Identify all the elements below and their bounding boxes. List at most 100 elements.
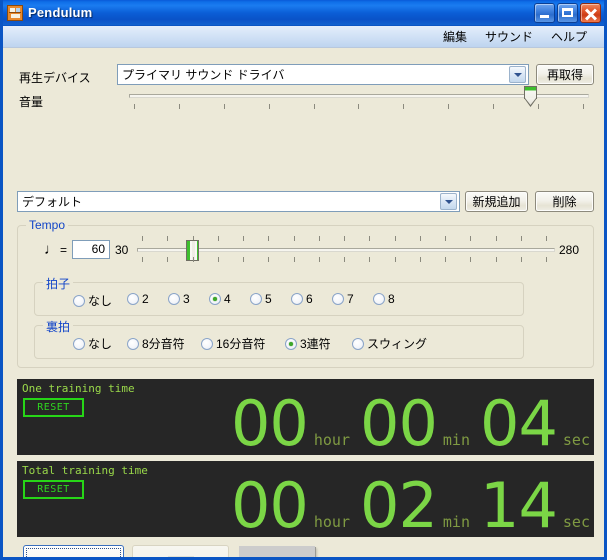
one-training-time-reset-button[interactable]: RESET	[23, 398, 84, 417]
total-seconds-unit: sec	[562, 513, 590, 531]
radio-dot-icon	[73, 337, 85, 350]
radio-dot-icon	[352, 337, 364, 350]
refresh-devices-button[interactable]: 再取得	[536, 64, 594, 85]
play-button[interactable]	[23, 545, 124, 557]
radio-label: スウィング	[367, 337, 428, 351]
tempo-bpm-input[interactable]: 60	[72, 240, 110, 259]
total-training-time-digits: 00 hour 02 min 14 sec	[137, 461, 590, 537]
titlebar-buttons	[534, 2, 601, 23]
menu-item-help[interactable]: ヘルプ	[542, 26, 596, 47]
app-icon	[7, 4, 23, 21]
tempo-max-label: 280	[559, 243, 580, 257]
chevron-down-icon[interactable]	[509, 66, 526, 83]
radio-beat-6[interactable]: 6	[291, 292, 313, 306]
preset-combobox[interactable]: デフォルト	[17, 191, 460, 212]
window-title: Pendulum	[28, 5, 93, 20]
total-hours-unit: hour	[313, 513, 350, 531]
radio-label: 3	[183, 292, 190, 306]
total-training-time-label: Total training time	[22, 464, 148, 477]
radio-dot-icon	[250, 293, 262, 305]
preset-combobox-value: デフォルト	[22, 195, 83, 209]
tempo-slider-ticks-top	[142, 236, 547, 241]
radio-beat-8[interactable]: 8	[373, 292, 395, 306]
radio-dot-icon	[127, 337, 139, 350]
radio-beat-3[interactable]: 3	[168, 292, 190, 306]
radio-label: 5	[265, 292, 272, 306]
radio-beat-4[interactable]: 4	[209, 292, 231, 306]
volume-slider-ticks	[134, 104, 584, 109]
volume-label: 音量	[19, 95, 44, 109]
radio-beat-7[interactable]: 7	[332, 292, 354, 306]
radio-beat-5[interactable]: 5	[250, 292, 272, 306]
total-training-time-reset-button[interactable]: RESET	[23, 480, 84, 499]
add-preset-button[interactable]: 新規追加	[465, 191, 528, 212]
radio-dot-icon	[209, 293, 221, 305]
radio-dot-icon	[373, 293, 385, 305]
radio-backbeat-sixteenth[interactable]: 16分音符	[201, 335, 265, 352]
backbeat-group-title: 裏拍	[43, 318, 74, 335]
total-seconds-value: 14	[480, 469, 558, 537]
delete-preset-button[interactable]: 削除	[535, 191, 594, 212]
menu-item-sound[interactable]: サウンド	[476, 26, 542, 47]
minimize-icon	[535, 4, 554, 22]
one-hours-value: 00	[230, 387, 309, 455]
radio-label: 6	[306, 292, 313, 306]
one-training-time-panel: One training time RESET 00 hour 00 min 0…	[17, 379, 594, 455]
radio-label: 4	[224, 292, 231, 306]
close-button[interactable]	[580, 2, 601, 23]
radio-label: 3連符	[300, 337, 331, 351]
one-minutes-unit: min	[442, 431, 470, 449]
one-seconds-unit: sec	[562, 431, 590, 449]
radio-beat-none[interactable]: なし	[73, 292, 112, 309]
radio-label: 16分音符	[216, 337, 266, 351]
one-seconds-value: 04	[480, 387, 558, 455]
volume-slider-track[interactable]	[129, 94, 589, 98]
radio-dot-icon	[168, 293, 180, 305]
total-minutes-unit: min	[442, 513, 470, 531]
stop-button[interactable]	[132, 545, 229, 557]
radio-backbeat-eighth[interactable]: 8分音符	[127, 335, 185, 352]
radio-label: 8	[388, 292, 395, 306]
total-minutes-value: 02	[360, 469, 438, 537]
menu-item-edit[interactable]: 編集	[434, 26, 476, 47]
radio-backbeat-none[interactable]: なし	[73, 335, 112, 352]
radio-dot-icon	[201, 337, 213, 350]
close-icon	[581, 4, 600, 22]
tempo-slider-track[interactable]	[137, 248, 555, 252]
tempo-slider-ticks-bottom	[142, 257, 547, 262]
device-combobox[interactable]: プライマリ サウンド ドライバ	[117, 64, 529, 85]
titlebar: Pendulum	[3, 0, 604, 26]
tempo-group-title: Tempo	[26, 218, 69, 232]
radio-label: 8分音符	[142, 337, 185, 351]
total-hours-value: 00	[230, 469, 309, 537]
radio-label: なし	[88, 337, 113, 351]
radio-beat-2[interactable]: 2	[127, 292, 149, 306]
maximize-button[interactable]	[557, 2, 578, 23]
tempo-equals: =	[60, 243, 68, 257]
radio-dot-icon	[73, 294, 85, 307]
radio-label: 2	[142, 292, 149, 306]
minimize-button[interactable]	[534, 2, 555, 23]
focus-outline	[26, 548, 121, 557]
maximize-icon	[558, 4, 577, 22]
client-area: 再生デバイス プライマリ サウンド ドライバ 再取得 音量 デフォルト 新規追加…	[3, 48, 604, 557]
quarter-note-icon: ♩	[44, 241, 59, 258]
one-training-time-digits: 00 hour 00 min 04 sec	[137, 379, 590, 455]
pause-button	[239, 546, 315, 557]
one-training-time-label: One training time	[22, 382, 135, 395]
beat-group: 拍子 なし 2 3 4 5 6 7 8	[34, 275, 524, 316]
backbeat-group: 裏拍 なし 8分音符 16分音符 3連符 スウィング	[34, 318, 524, 359]
radio-dot-icon	[285, 337, 297, 350]
chevron-down-icon[interactable]	[440, 193, 457, 210]
one-hours-unit: hour	[313, 431, 350, 449]
one-minutes-value: 00	[360, 387, 438, 455]
radio-backbeat-swing[interactable]: スウィング	[352, 335, 427, 352]
radio-label: なし	[88, 294, 113, 308]
radio-dot-icon	[127, 293, 139, 305]
radio-backbeat-triplet[interactable]: 3連符	[285, 335, 331, 352]
radio-label: 7	[347, 292, 354, 306]
tempo-group: Tempo ♩ = 60 30 280 拍子 なし 2 3 4 5 6 7 8 …	[17, 218, 594, 368]
device-label: 再生デバイス	[19, 71, 91, 85]
radio-dot-icon	[332, 293, 344, 305]
device-combobox-value: プライマリ サウンド ドライバ	[122, 68, 285, 82]
